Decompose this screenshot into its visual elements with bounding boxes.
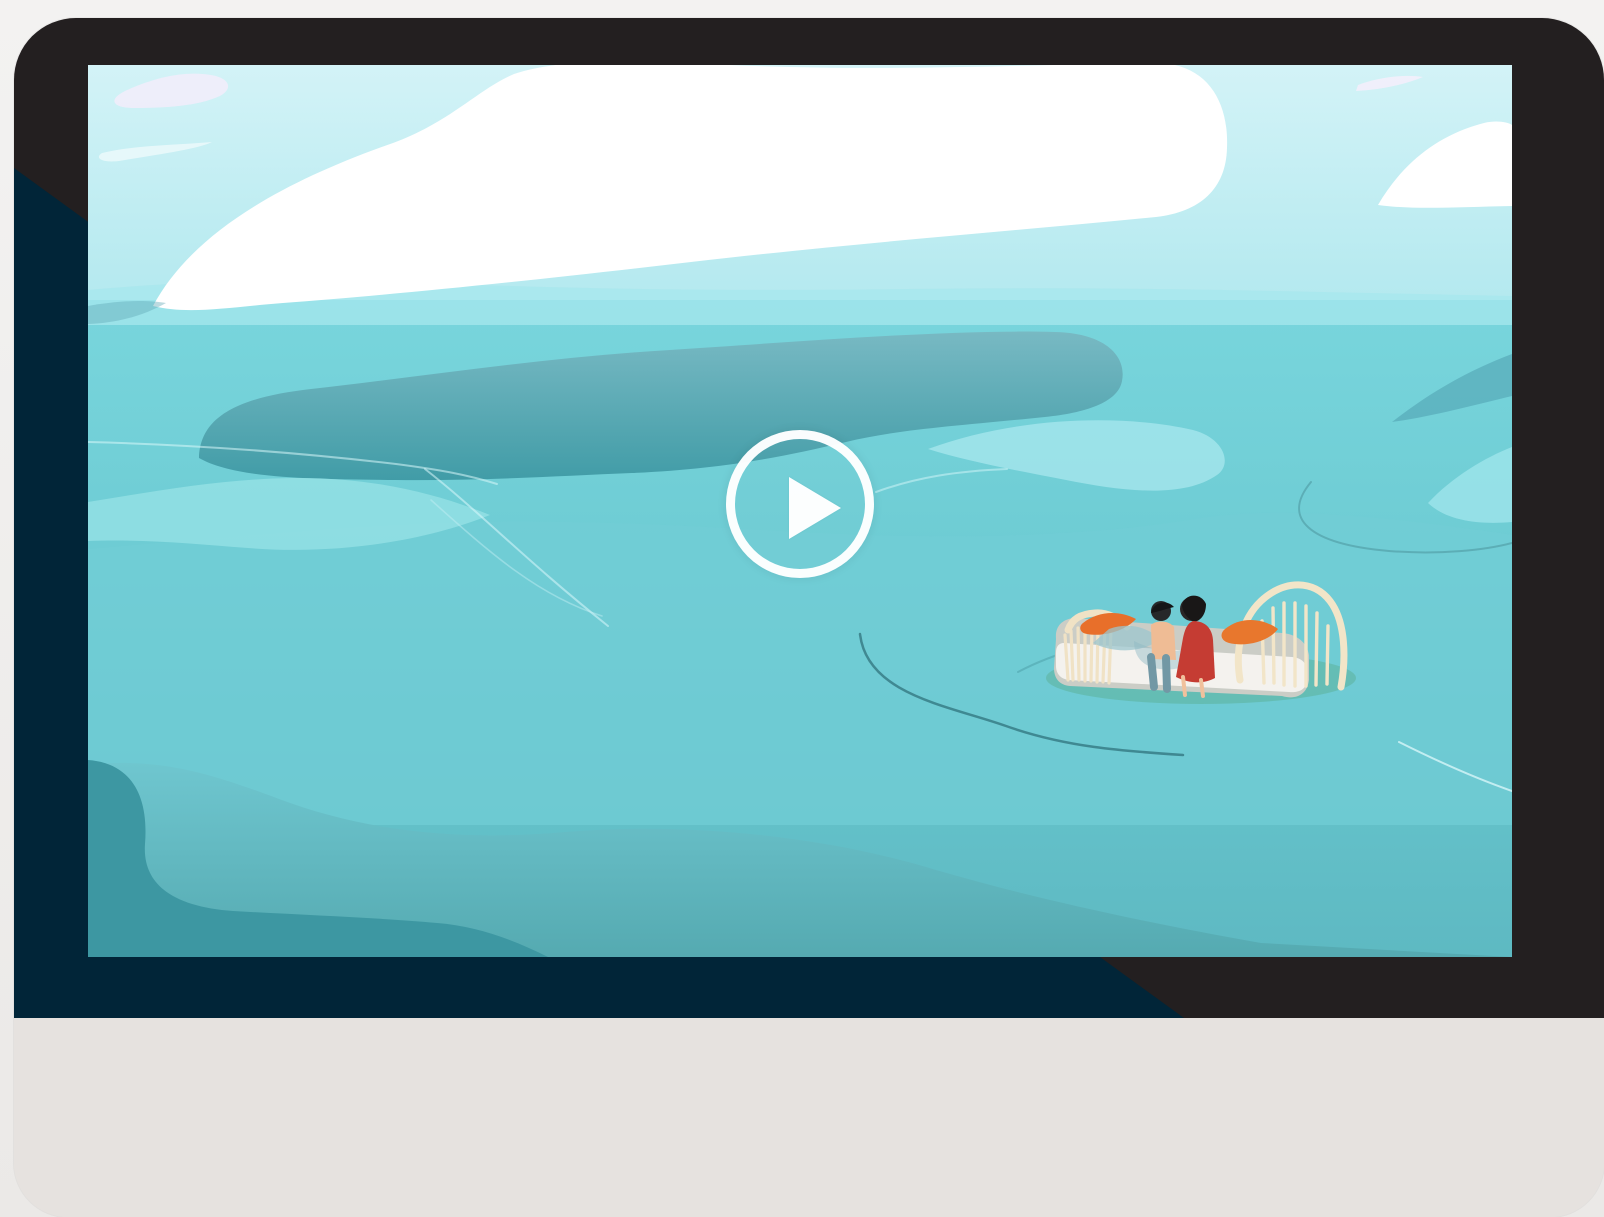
monitor-frame	[14, 18, 1604, 1217]
play-button[interactable]	[726, 430, 874, 578]
boy-body	[1151, 621, 1176, 660]
play-icon	[789, 477, 841, 539]
video-screen[interactable]	[88, 65, 1512, 957]
monitor-chin	[14, 1018, 1604, 1217]
